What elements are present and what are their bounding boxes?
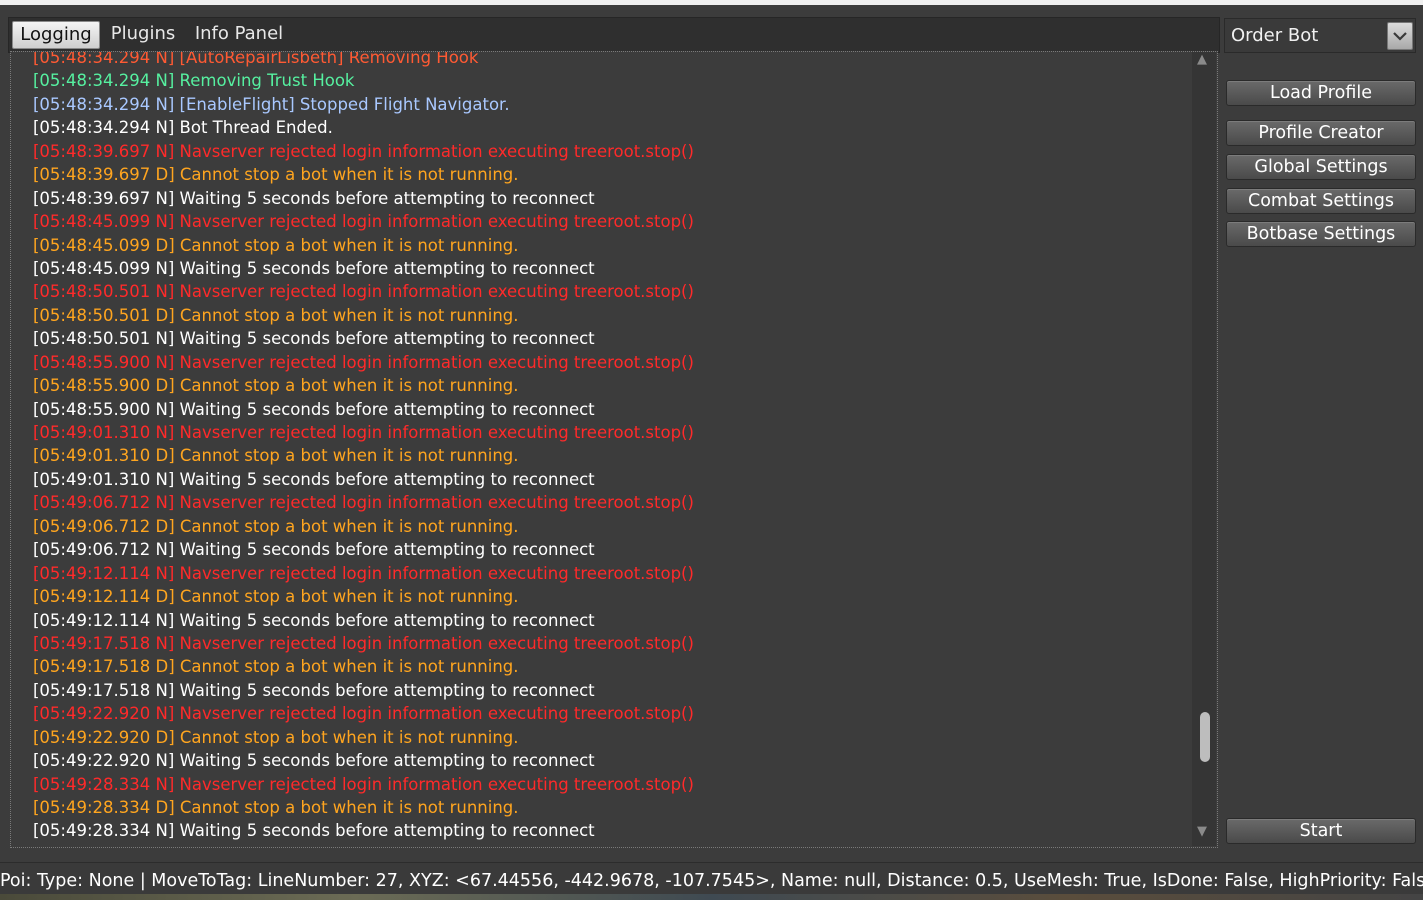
log-line: [05:48:45.099 N] Navserver rejected logi… xyxy=(33,212,694,232)
log-line: [05:48:39.697 N] Waiting 5 seconds befor… xyxy=(33,188,595,208)
log-line: [05:49:17.518 N] Waiting 5 seconds befor… xyxy=(33,680,595,700)
log-line: [05:48:55.900 N] Navserver rejected logi… xyxy=(33,352,694,372)
log-line: [05:48:39.697 D] Cannot stop a bot when … xyxy=(33,165,519,185)
chevron-down-icon xyxy=(1393,32,1407,41)
load-profile-button[interactable]: Load Profile xyxy=(1226,80,1416,106)
log-line: [05:48:34.294 N] [AutoRepairLisbeth] Rem… xyxy=(33,51,479,67)
log-line: [05:48:34.294 N] Bot Thread Ended. xyxy=(33,118,333,138)
tab-bar: Logging Plugins Info Panel xyxy=(8,17,1220,53)
scroll-up-icon[interactable]: ▲ xyxy=(1197,52,1207,67)
dropdown-toggle[interactable] xyxy=(1387,22,1413,50)
log-line: [05:48:50.501 N] Navserver rejected logi… xyxy=(33,282,694,302)
start-button[interactable]: Start xyxy=(1226,818,1416,844)
log-line: [05:49:12.114 N] Navserver rejected logi… xyxy=(33,563,694,583)
log-line: [05:48:34.294 N] [EnableFlight] Stopped … xyxy=(33,94,510,114)
log-line: [05:49:12.114 D] Cannot stop a bot when … xyxy=(33,587,519,607)
scroll-thumb[interactable] xyxy=(1200,712,1210,762)
tab-info-panel[interactable]: Info Panel xyxy=(189,21,289,47)
global-settings-button[interactable]: Global Settings xyxy=(1226,154,1416,180)
log-line: [05:49:06.712 N] Navserver rejected logi… xyxy=(33,493,694,513)
log-line: [05:49:22.920 N] Navserver rejected logi… xyxy=(33,704,694,724)
log-line: [05:48:50.501 N] Waiting 5 seconds befor… xyxy=(33,329,595,349)
log-line: [05:48:45.099 N] Waiting 5 seconds befor… xyxy=(33,258,595,278)
log-line: [05:49:22.920 N] Waiting 5 seconds befor… xyxy=(33,751,595,771)
window-top-edge xyxy=(0,0,1423,5)
log-line: [05:48:39.697 N] Navserver rejected logi… xyxy=(33,141,694,161)
log-line: [05:49:17.518 D] Cannot stop a bot when … xyxy=(33,657,519,677)
botbase-selected: Order Bot xyxy=(1231,25,1319,46)
combat-settings-button[interactable]: Combat Settings xyxy=(1226,188,1416,214)
log-scrollbar[interactable]: ▲ ▼ xyxy=(1192,52,1216,846)
log-line: [05:49:01.310 N] Navserver rejected logi… xyxy=(33,423,694,442)
log-lines: [05:48:34.294 N] [AutoRepairLisbeth] Rem… xyxy=(33,51,1183,843)
log-line: [05:48:50.501 D] Cannot stop a bot when … xyxy=(33,305,519,325)
log-line: [05:48:34.294 N] Removing Trust Hook xyxy=(33,71,355,91)
tab-plugins[interactable]: Plugins xyxy=(105,21,181,47)
log-line: [05:49:17.518 N] Navserver rejected logi… xyxy=(33,633,694,653)
profile-creator-button[interactable]: Profile Creator xyxy=(1226,120,1416,146)
log-line: [05:49:12.114 N] Waiting 5 seconds befor… xyxy=(33,610,595,630)
log-line: [05:49:06.712 D] Cannot stop a bot when … xyxy=(33,516,519,536)
log-line: [05:49:28.334 D] Cannot stop a bot when … xyxy=(33,798,519,817)
botbase-settings-button[interactable]: Botbase Settings xyxy=(1226,221,1416,247)
log-line: [05:49:06.712 N] Waiting 5 seconds befor… xyxy=(33,540,595,560)
log-line: [05:49:01.310 D] Cannot stop a bot when … xyxy=(33,446,519,466)
log-line: [05:49:28.334 N] Navserver rejected logi… xyxy=(33,774,694,794)
taskbar-strip xyxy=(0,894,1423,900)
log-line: [05:49:28.334 N] Waiting 5 seconds befor… xyxy=(33,821,595,841)
scroll-down-icon[interactable]: ▼ xyxy=(1197,824,1207,839)
tab-logging[interactable]: Logging xyxy=(12,21,100,49)
log-line: [05:49:22.920 D] Cannot stop a bot when … xyxy=(33,727,519,747)
botbase-dropdown[interactable]: Order Bot xyxy=(1224,18,1416,53)
status-bar: Poi: Type: None | MoveToTag: LineNumber:… xyxy=(0,862,1423,895)
log-line: [05:48:55.900 D] Cannot stop a bot when … xyxy=(33,376,519,396)
log-line: [05:48:45.099 D] Cannot stop a bot when … xyxy=(33,235,519,255)
log-line: [05:49:01.310 N] Waiting 5 seconds befor… xyxy=(33,469,595,489)
log-panel[interactable]: [05:48:34.294 N] [AutoRepairLisbeth] Rem… xyxy=(10,51,1218,848)
log-line: [05:48:55.900 N] Waiting 5 seconds befor… xyxy=(33,399,595,419)
